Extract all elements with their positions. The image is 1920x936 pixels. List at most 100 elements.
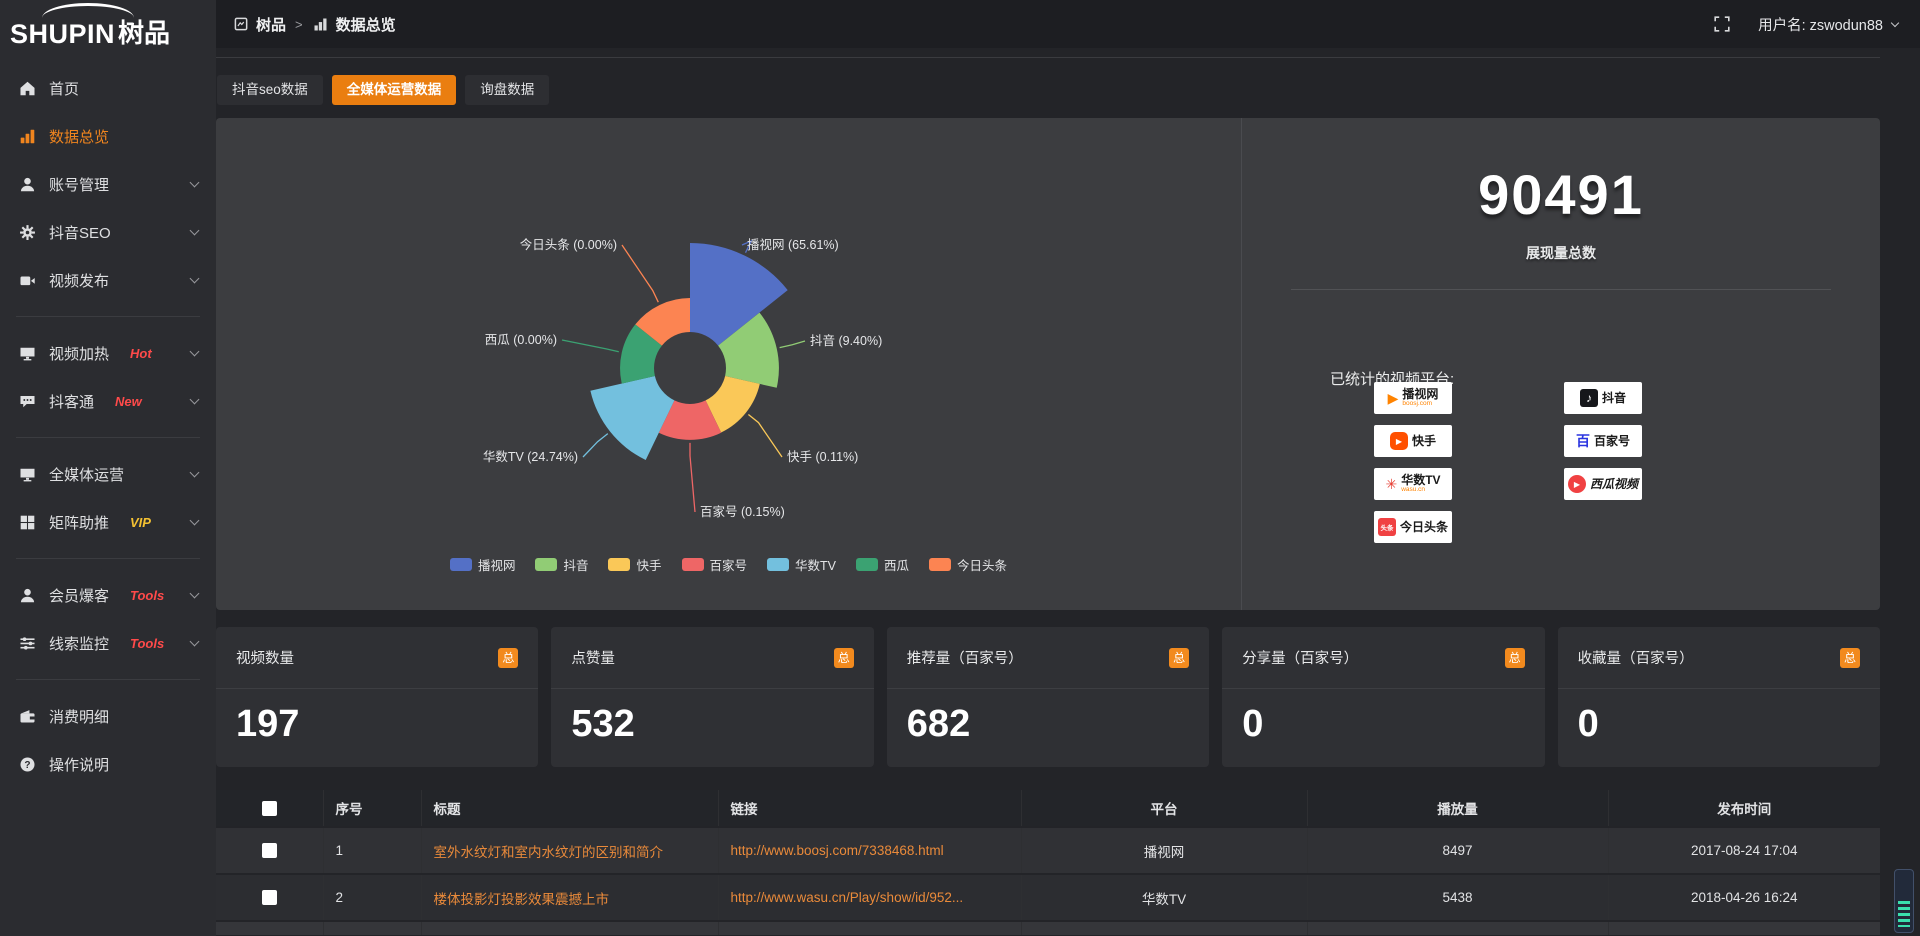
home-icon — [18, 79, 36, 97]
wasu-logo-icon: ✳ — [1385, 477, 1397, 491]
column-header-播放量: 播放量 — [1307, 790, 1608, 827]
legend-item-播视网[interactable]: 播视网 — [450, 555, 516, 574]
chart-legend: 播视网 抖音 快手 百家号华数TV 西瓜 今日头条 — [216, 555, 1241, 574]
breadcrumb-current[interactable]: 数据总览 — [312, 14, 396, 35]
row-checkbox[interactable] — [262, 843, 277, 858]
sidebar-item-消费明细[interactable]: 消费明细 — [0, 692, 216, 740]
video-url-link[interactable]: http://www.boosj.com/7338468.html — [731, 843, 944, 858]
row-checkbox[interactable] — [262, 890, 277, 905]
logo-text-cn: 树品 — [118, 13, 170, 50]
user-menu[interactable]: 用户名: zswodun88 — [1758, 14, 1898, 35]
legend-item-百家号[interactable]: 百家号 — [682, 555, 748, 574]
legend-label: 快手 — [636, 555, 661, 574]
sidebar-item-tag: New — [115, 394, 142, 409]
video-title-link[interactable]: 楼体投影灯投影效果震撼上市 — [434, 892, 610, 907]
stat-label: 分享量（百家号） — [1242, 647, 1358, 668]
svg-text:?: ? — [24, 759, 30, 770]
platform-name: 百家号 — [1594, 435, 1630, 448]
pie-label-line — [780, 341, 805, 348]
cell-plays: 5438 — [1307, 874, 1608, 921]
sidebar-divider — [16, 437, 200, 438]
chat-icon — [18, 392, 36, 410]
tab-询盘数据[interactable]: 询盘数据 — [465, 75, 549, 105]
legend-label: 今日头条 — [957, 555, 1007, 574]
pie-slice-华数TV[interactable] — [590, 376, 674, 460]
cell-index: 2 — [323, 874, 421, 921]
sidebar-item-线索监控[interactable]: 线索监控Tools — [0, 619, 216, 667]
chevron-down-icon — [190, 274, 200, 284]
sidebar-item-label: 会员爆客 — [49, 585, 109, 606]
total-impressions-label: 展现量总数 — [1242, 243, 1880, 263]
summary-divider — [1291, 289, 1831, 290]
breadcrumb-home[interactable]: 树品 — [232, 14, 286, 35]
pie-label: 华数TV (24.74%) — [483, 449, 578, 464]
main-content: 抖音seo数据全媒体运营数据询盘数据 播视网 (65.61%)抖音 (9.40%… — [216, 48, 1920, 936]
column-header-序号: 序号 — [323, 790, 421, 827]
pie-label-line — [748, 415, 782, 458]
legend-item-快手[interactable]: 快手 — [608, 555, 661, 574]
chevron-down-icon — [190, 516, 200, 526]
monitor-icon — [18, 344, 36, 362]
video-url-link[interactable]: http://www.wasu.cn/Play/show/id/952... — [731, 890, 964, 905]
logo-text-en: SHUPIN — [10, 19, 115, 50]
legend-label: 百家号 — [710, 555, 748, 574]
legend-label: 抖音 — [563, 555, 588, 574]
sidebar-item-数据总览[interactable]: 数据总览 — [0, 112, 216, 160]
bar-chart-icon — [18, 127, 36, 145]
sidebar-item-抖客通[interactable]: 抖客通 New — [0, 377, 216, 425]
stat-card-收藏量（百家号）: 收藏量（百家号） 总 0 — [1558, 627, 1880, 767]
platform-badge-boosj: ▶播视网boosj.com — [1374, 382, 1452, 414]
legend-item-今日头条[interactable]: 今日头条 — [929, 555, 1007, 574]
sidebar-item-视频加热[interactable]: 视频加热Hot — [0, 329, 216, 377]
xigua-logo-icon: ▶ — [1568, 475, 1586, 493]
sidebar-item-操作说明[interactable]: ? 操作说明 — [0, 740, 216, 788]
chevron-down-icon — [190, 589, 200, 599]
sidebar-item-label: 视频发布 — [49, 270, 109, 291]
table-row: 2 楼体投影灯投影效果震撼上市 http://www.wasu.cn/Play/sh… — [216, 874, 1880, 921]
legend-swatch — [608, 558, 630, 571]
grid-icon — [18, 513, 36, 531]
tab-全媒体运营数据[interactable]: 全媒体运营数据 — [332, 75, 457, 105]
column-header-标题: 标题 — [421, 790, 718, 827]
stat-card-推荐量（百家号）: 推荐量（百家号） 总 682 — [887, 627, 1209, 767]
legend-swatch — [767, 558, 789, 571]
summary-panel: 90491 展现量总数 已统计的视频平台: ▶播视网boosj.com▶快手✳华… — [1242, 118, 1880, 610]
sidebar-item-全媒体运营[interactable]: 全媒体运营 — [0, 450, 216, 498]
sidebar-divider — [16, 679, 200, 680]
sidebar-item-label: 操作说明 — [49, 754, 109, 775]
fullscreen-icon[interactable] — [1714, 16, 1730, 32]
sidebar-item-矩阵助推[interactable]: 矩阵助推VIP — [0, 498, 216, 546]
sidebar-item-视频发布[interactable]: 视频发布 — [0, 256, 216, 304]
baijiahao-logo-icon: 百 — [1576, 434, 1590, 448]
platform-name: 西瓜视频 — [1590, 478, 1638, 491]
sidebar-item-会员爆客[interactable]: 会员爆客Tools — [0, 571, 216, 619]
sidebar-item-label: 抖客通 — [49, 391, 94, 412]
tab-抖音seo数据[interactable]: 抖音seo数据 — [217, 75, 323, 105]
pie-label-line — [622, 245, 658, 302]
cell-platform: 播视网 — [1021, 827, 1307, 874]
video-title-link[interactable]: 室外水纹灯和室内水纹灯的区别和简介 — [434, 845, 664, 860]
total-badge: 总 — [1840, 648, 1860, 668]
total-impressions-value: 90491 — [1242, 162, 1880, 227]
chevron-down-icon — [190, 347, 200, 357]
sidebar-item-tag: VIP — [130, 515, 151, 530]
sidebar-item-首页[interactable]: 首页 — [0, 64, 216, 112]
kuaishou-logo-icon: ▶ — [1390, 432, 1408, 450]
select-all-checkbox[interactable] — [262, 801, 277, 816]
sidebar-item-抖音SEO[interactable]: 抖音SEO — [0, 208, 216, 256]
sidebar-item-账号管理[interactable]: 账号管理 — [0, 160, 216, 208]
boosj-logo-icon: ▶ — [1388, 391, 1399, 405]
logo[interactable]: SHUPIN 树品 — [0, 0, 216, 56]
legend-swatch — [929, 558, 951, 571]
floating-widget-stripes — [1898, 901, 1910, 927]
platform-badge-wasu: ✳华数TVwasu.cn — [1374, 468, 1452, 500]
legend-item-西瓜[interactable]: 西瓜 — [856, 555, 909, 574]
sidebar-item-label: 首页 — [49, 78, 79, 99]
tab-bar: 抖音seo数据全媒体运营数据询盘数据 — [217, 75, 1880, 105]
floating-widget[interactable] — [1894, 869, 1914, 933]
breadcrumb: 树品 > 数据总览 — [232, 14, 396, 35]
platform-badge-baijia: 百百家号 — [1564, 425, 1642, 457]
pie-label: 播视网 (65.61%) — [747, 237, 839, 252]
legend-item-华数TV[interactable]: 华数TV — [767, 555, 836, 574]
legend-item-抖音[interactable]: 抖音 — [535, 555, 588, 574]
